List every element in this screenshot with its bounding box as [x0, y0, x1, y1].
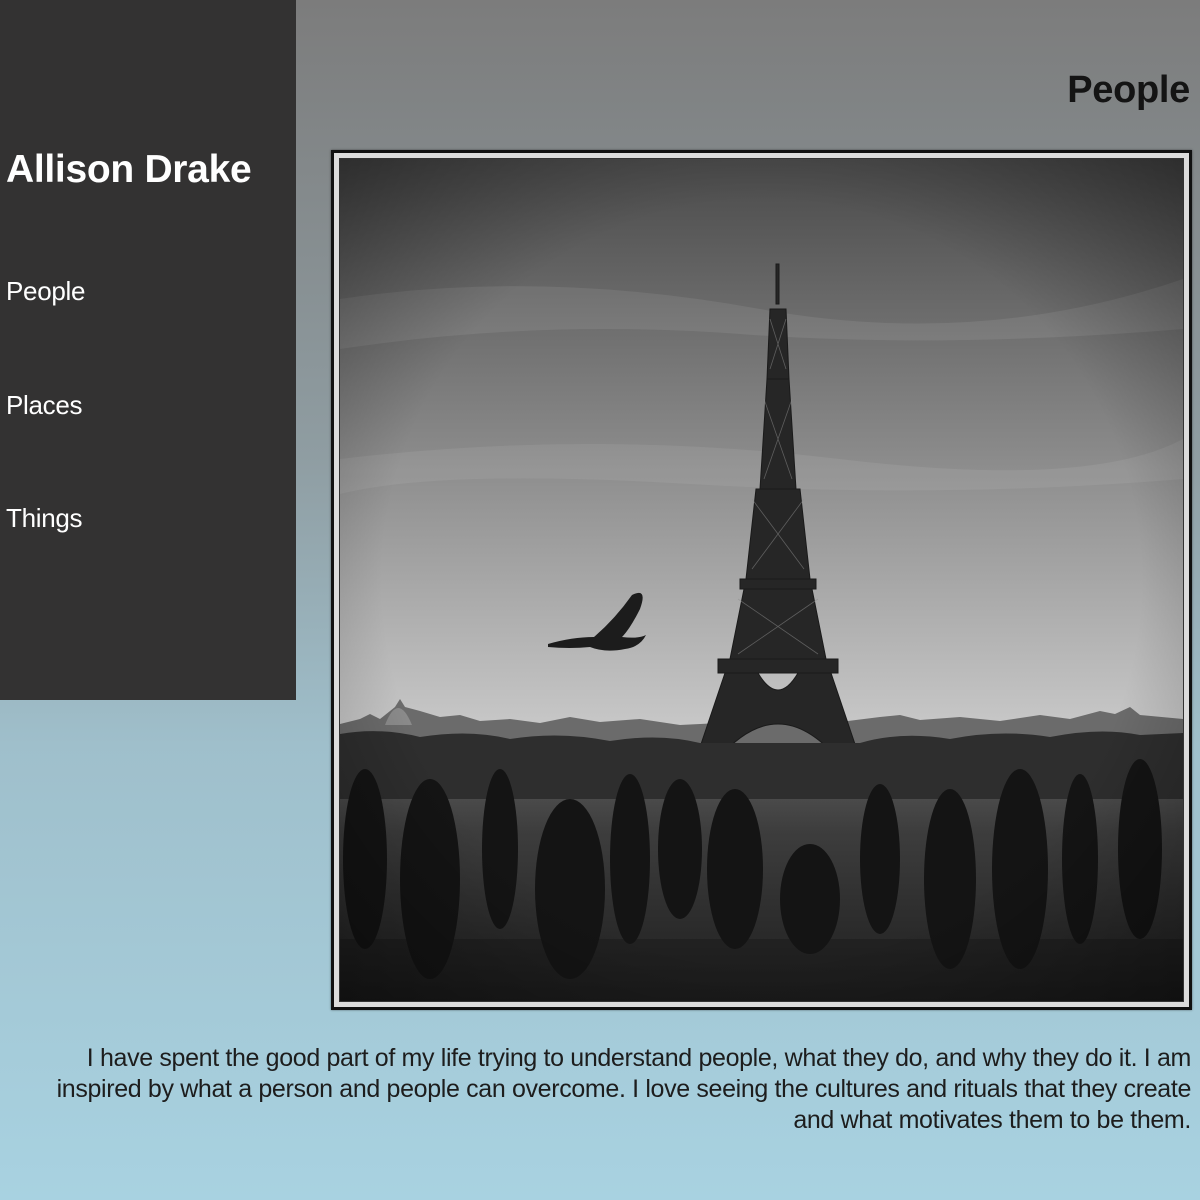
nav-link-people[interactable]: People — [6, 276, 85, 307]
site-name: Allison Drake — [6, 148, 252, 191]
page-title: People — [1067, 69, 1190, 111]
sidebar: Allison Drake People Places Things — [0, 0, 296, 700]
photo-frame — [331, 150, 1192, 1010]
page-caption: I have spent the good part of my life tr… — [56, 1044, 1192, 1134]
eiffel-tower-photo — [339, 158, 1184, 1002]
nav-link-things[interactable]: Things — [6, 503, 83, 534]
nav-link-places[interactable]: Places — [6, 390, 83, 421]
